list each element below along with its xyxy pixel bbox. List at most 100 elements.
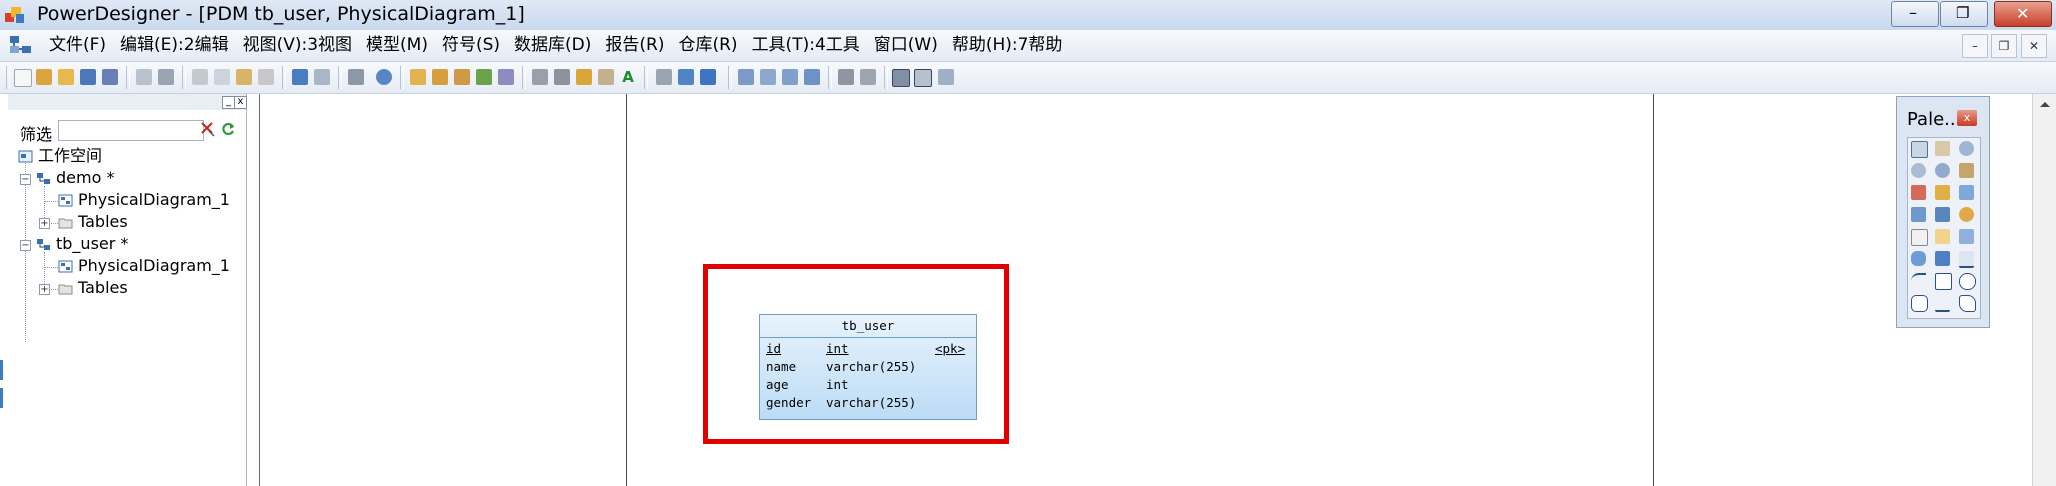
hand-icon[interactable] [1935,141,1950,156]
restore-icon: ❐ [1956,4,1970,22]
menu-symbol[interactable]: 符号(S) [435,34,507,56]
menu-window[interactable]: 窗口(W) [867,34,945,56]
close-button[interactable]: ✕ [1994,1,2052,27]
refresh-icon[interactable] [220,121,236,137]
font-color-icon[interactable]: A [620,69,636,85]
tree-item-diagram[interactable]: PhysicalDiagram_1 [58,190,230,210]
diagram-canvas[interactable] [259,94,2030,486]
polygon-tool-icon[interactable] [1959,295,1976,312]
polyline-tool-icon[interactable] [1935,295,1950,312]
tree-item-tables[interactable]: Tables [58,212,128,232]
minimize-button[interactable]: – [1891,1,1939,27]
expand-icon[interactable]: + [39,284,50,295]
link-tool-icon[interactable] [1959,229,1974,244]
merge-icon[interactable] [476,69,492,85]
print-icon[interactable] [158,69,174,85]
menu-help[interactable]: 帮助(H):7帮助 [945,34,1070,56]
pointer-icon[interactable] [1911,141,1928,158]
properties-icon[interactable] [348,69,364,85]
menu-database[interactable]: 数据库(D) [507,34,598,56]
zoom-out-view-icon[interactable] [760,69,776,85]
rounded-rect-tool-icon[interactable] [1911,295,1928,312]
mdi-close-button[interactable]: ✕ [2021,34,2047,58]
tree-item-tables[interactable]: Tables [58,278,128,298]
browser-close-button[interactable]: x [234,96,247,109]
line-style-icon[interactable] [554,69,570,85]
tree-item-diagram[interactable]: PhysicalDiagram_1 [58,256,230,276]
cut-tool-icon[interactable] [1911,185,1926,200]
delete-icon[interactable] [258,69,274,85]
expand-icon[interactable]: + [39,218,50,229]
rounded-button-tool-icon[interactable] [1911,251,1926,266]
folder-icon[interactable] [656,69,672,85]
arc-tool-icon[interactable] [1911,273,1926,290]
filter-input[interactable] [58,120,204,141]
line-tool-icon[interactable] [1959,251,1974,268]
tree-item-model-tb-user[interactable]: tb_user * [36,234,128,254]
menu-view[interactable]: 视图(V):3视图 [236,34,359,56]
note-tool-icon[interactable] [1935,229,1950,244]
menu-repository[interactable]: 仓库(R) [671,34,744,56]
generate-icon[interactable] [498,69,514,85]
forward-icon[interactable] [700,69,716,85]
collapse-icon[interactable]: − [20,240,31,251]
menu-tools[interactable]: 工具(T):4工具 [745,34,867,56]
zoom-out-icon[interactable] [1911,163,1926,178]
collapse-icon[interactable]: − [20,174,31,185]
output-toggle-icon[interactable] [914,69,932,87]
procedure-tool-icon[interactable] [1959,207,1974,222]
view-tool-icon[interactable] [1911,207,1926,222]
vertical-scrollbar[interactable] [2032,94,2056,486]
restore-button[interactable]: ❐ [1940,1,1988,27]
undo-icon[interactable] [292,69,308,85]
browser-icon[interactable] [376,69,392,85]
ellipse-tool-icon[interactable] [1959,273,1976,290]
fill-icon[interactable] [532,69,548,85]
fit-page-icon[interactable] [782,69,798,85]
format-painter-icon[interactable] [598,69,614,85]
file-tool-icon[interactable] [1911,229,1928,246]
table-symbol[interactable]: tb_user id int <pk> name varchar(255) ag… [759,314,977,420]
print-preview-icon[interactable] [136,69,152,85]
redo-icon[interactable] [314,69,330,85]
menu-edit[interactable]: 编辑(E):2编辑 [113,34,236,56]
new-icon[interactable] [14,69,32,87]
zoom-in-view-icon[interactable] [738,69,754,85]
new-model-icon[interactable] [36,69,52,85]
mdi-minimize-button[interactable]: – [1962,34,1988,58]
save-icon[interactable] [80,69,96,85]
pen-icon[interactable] [576,69,592,85]
browser-toggle-icon[interactable] [892,69,910,87]
zoom-in-icon[interactable] [1959,141,1974,156]
tree-item-model-demo[interactable]: demo * [36,168,114,188]
result-list-icon[interactable] [938,69,954,85]
layout-icon[interactable] [860,69,876,85]
paste-icon[interactable] [236,69,252,85]
palette-close-button[interactable]: x [1957,110,1977,126]
package-icon[interactable] [410,69,426,85]
tree-item-workspace[interactable]: 工作空间 [18,146,102,166]
reverse-engineer-icon[interactable] [678,69,694,85]
copy-icon[interactable] [214,69,230,85]
fit-window-icon[interactable] [804,69,820,85]
open-icon[interactable] [58,69,74,85]
document-model-icon[interactable] [8,34,34,56]
menu-model[interactable]: 模型(M) [359,34,435,56]
table-tool-icon[interactable] [1959,185,1974,200]
package-tool-icon[interactable] [1935,185,1950,200]
mdi-restore-button[interactable]: ❐ [1991,34,2017,58]
rectangle-tool-icon[interactable] [1935,273,1952,290]
check-model-icon[interactable] [432,69,448,85]
compare-icon[interactable] [454,69,470,85]
menu-report[interactable]: 报告(R) [598,34,671,56]
zoom-area-icon[interactable] [1935,163,1950,178]
grid-icon[interactable] [838,69,854,85]
reference-tool-icon[interactable] [1935,207,1950,222]
cut-icon[interactable] [192,69,208,85]
text-tool-icon[interactable] [1935,251,1950,266]
open-package-icon[interactable] [1959,163,1974,178]
scroll-up-icon[interactable] [2039,100,2051,108]
menu-file[interactable]: 文件(F) [42,34,113,56]
clear-filter-icon[interactable] [200,121,216,137]
save-all-icon[interactable] [102,69,118,85]
